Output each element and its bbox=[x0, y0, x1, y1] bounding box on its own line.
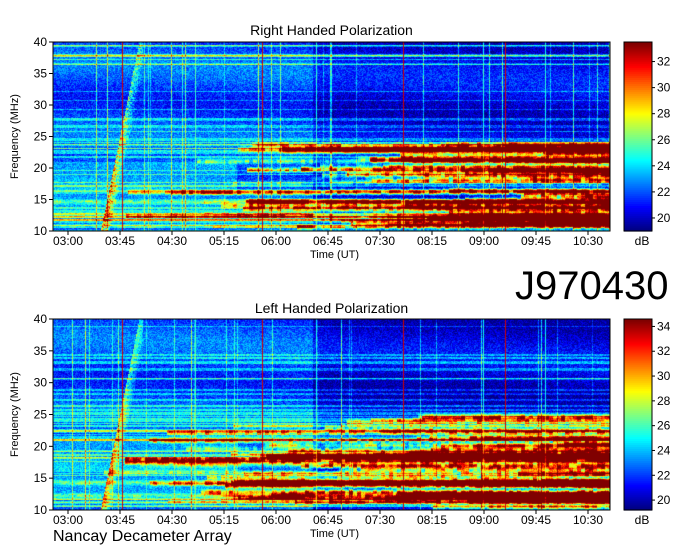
x-tick-label: 05:15 bbox=[209, 234, 239, 248]
x-tick-label: 07:30 bbox=[365, 234, 395, 248]
spectrogram-panel: Right Handed Polarization Frequency (MHz)… bbox=[9, 22, 671, 261]
y-tick-label: 30 bbox=[34, 98, 48, 112]
colorbar-tick-label: 28 bbox=[657, 394, 671, 408]
x-tick-label: 09:45 bbox=[521, 234, 551, 248]
colorbar-tick-label: 26 bbox=[657, 419, 671, 433]
colorbar-tick-label: 22 bbox=[657, 185, 671, 199]
x-tick-label: 06:45 bbox=[313, 234, 343, 248]
y-axis-label: Frequency (MHz) bbox=[9, 372, 21, 457]
plot-title: Right Handed Polarization bbox=[250, 22, 413, 38]
colorbar-tick-label: 30 bbox=[657, 81, 671, 95]
colorbar-label: dB bbox=[635, 513, 650, 527]
colorbar: 20 22 24 26 28 30 32 34 dB bbox=[623, 318, 671, 527]
x-tick-label: 09:45 bbox=[521, 513, 551, 527]
x-tick-label: 03:45 bbox=[105, 513, 135, 527]
y-tick-label: 35 bbox=[34, 67, 48, 81]
x-axis-label: Time (UT) bbox=[310, 528, 359, 540]
y-tick-label: 20 bbox=[34, 161, 48, 175]
x-tick-label: 07:30 bbox=[365, 513, 395, 527]
y-tick-label: 15 bbox=[34, 471, 48, 485]
x-tick-label: 06:00 bbox=[261, 513, 291, 527]
x-tick-label: 09:00 bbox=[469, 513, 499, 527]
y-tick-label: 25 bbox=[34, 130, 48, 144]
x-tick-label: 10:30 bbox=[573, 513, 603, 527]
y-tick-label: 40 bbox=[34, 312, 48, 326]
x-tick-label: 03:45 bbox=[105, 234, 135, 248]
plot-title: Left Handed Polarization bbox=[255, 300, 408, 316]
colorbar: 20 22 24 26 28 30 32 dB bbox=[623, 41, 671, 248]
colorbar-tick-label: 26 bbox=[657, 133, 671, 147]
colorbar-label: dB bbox=[635, 234, 650, 248]
colorbar-tick-label: 20 bbox=[657, 493, 671, 507]
observation-id: J970430 bbox=[515, 264, 669, 308]
y-tick-label: 10 bbox=[34, 503, 48, 517]
colorbar-tick-label: 32 bbox=[657, 55, 671, 69]
y-axis-label: Frequency (MHz) bbox=[9, 94, 21, 179]
colorbar-tick-label: 34 bbox=[657, 319, 671, 333]
x-tick-label: 05:15 bbox=[209, 513, 239, 527]
colorbar-tick-label: 22 bbox=[657, 468, 671, 482]
x-tick-label: 09:00 bbox=[469, 234, 499, 248]
x-tick-label: 03:00 bbox=[53, 234, 83, 248]
y-tick-label: 20 bbox=[34, 439, 48, 453]
colorbar-tick-label: 30 bbox=[657, 369, 671, 383]
x-axis-label: Time (UT) bbox=[310, 249, 359, 261]
colorbar-tick-label: 24 bbox=[657, 159, 671, 173]
y-tick-label: 10 bbox=[34, 224, 48, 238]
spectrogram-image bbox=[53, 42, 610, 231]
y-tick-label: 40 bbox=[34, 35, 48, 49]
y-tick-label: 15 bbox=[34, 193, 48, 207]
x-tick-label: 06:45 bbox=[313, 513, 343, 527]
x-tick-label: 04:30 bbox=[157, 234, 187, 248]
colorbar-tick-label: 28 bbox=[657, 107, 671, 121]
observatory-credit: Nancay Decameter Array bbox=[53, 528, 232, 545]
colorbar-tick-label: 24 bbox=[657, 443, 671, 457]
colorbar-tick-label: 32 bbox=[657, 344, 671, 358]
spectrogram-image bbox=[53, 319, 610, 510]
x-tick-label: 10:30 bbox=[573, 234, 603, 248]
spectrogram-panel: Left Handed Polarization Frequency (MHz) 1… bbox=[9, 300, 671, 540]
x-tick-label: 08:15 bbox=[417, 234, 447, 248]
y-tick-label: 35 bbox=[34, 344, 48, 358]
x-tick-label: 04:30 bbox=[157, 513, 187, 527]
y-tick-label: 25 bbox=[34, 408, 48, 422]
spectrogram-figure: Right Handed Polarization Frequency (MHz)… bbox=[0, 0, 680, 552]
x-tick-label: 06:00 bbox=[261, 234, 291, 248]
x-tick-label: 08:15 bbox=[417, 513, 447, 527]
colorbar-tick-label: 20 bbox=[657, 211, 671, 225]
y-tick-label: 30 bbox=[34, 376, 48, 390]
x-tick-label: 03:00 bbox=[53, 513, 83, 527]
